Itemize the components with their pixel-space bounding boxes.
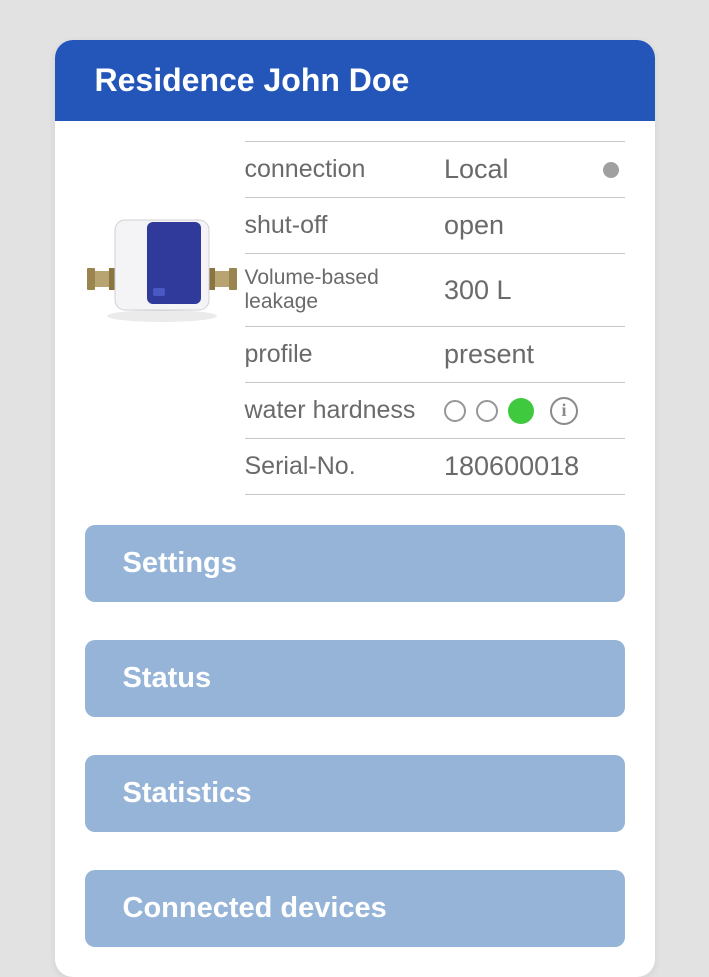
- menu-connected-devices[interactable]: Connected devices: [85, 870, 625, 947]
- connection-text: Local: [444, 154, 509, 185]
- value-leakage: 300 L: [444, 275, 625, 306]
- row-connection: connection Local: [245, 141, 625, 197]
- row-serial: Serial-No. 180600018: [245, 438, 625, 495]
- connection-status-dot: [603, 162, 619, 178]
- menu-statistics[interactable]: Statistics: [85, 755, 625, 832]
- info-table: connection Local shut-off open Volume-ba…: [245, 141, 625, 495]
- value-hardness: i: [444, 397, 625, 425]
- card-title: Residence John Doe: [95, 62, 410, 98]
- menu-settings[interactable]: Settings: [85, 525, 625, 602]
- row-leakage: Volume-based leakage 300 L: [245, 253, 625, 326]
- label-leakage: Volume-based leakage: [245, 266, 445, 314]
- label-profile: profile: [245, 340, 445, 369]
- device-summary: connection Local shut-off open Volume-ba…: [85, 141, 625, 495]
- row-hardness: water hardness i: [245, 382, 625, 438]
- value-shutoff: open: [444, 210, 625, 241]
- hardness-dot-3: [508, 398, 534, 424]
- row-profile: profile present: [245, 326, 625, 382]
- card-header: Residence John Doe: [55, 40, 655, 121]
- hardness-dot-2: [476, 400, 498, 422]
- device-image: [85, 141, 240, 401]
- device-icon: [87, 216, 237, 326]
- menu: Settings Status Statistics Connected dev…: [85, 525, 625, 947]
- value-connection: Local: [444, 154, 625, 185]
- info-icon[interactable]: i: [550, 397, 578, 425]
- label-shutoff: shut-off: [245, 211, 445, 240]
- label-connection: connection: [245, 155, 445, 184]
- row-shutoff: shut-off open: [245, 197, 625, 253]
- device-card: Residence John Doe: [55, 40, 655, 977]
- card-content: connection Local shut-off open Volume-ba…: [55, 121, 655, 977]
- label-hardness: water hardness: [245, 396, 445, 425]
- hardness-dot-1: [444, 400, 466, 422]
- value-profile: present: [444, 339, 625, 370]
- value-serial: 180600018: [444, 451, 625, 482]
- menu-status[interactable]: Status: [85, 640, 625, 717]
- label-serial: Serial-No.: [245, 452, 445, 481]
